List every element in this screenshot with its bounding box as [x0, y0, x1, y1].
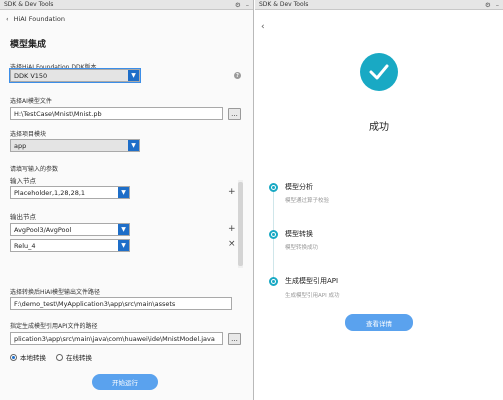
api-path-label: 指定生成模型引用API文件的路径 — [10, 323, 98, 330]
input-node-select[interactable]: Placeholder,1,28,28,1 ▼ — [10, 186, 130, 199]
ai-model-label: 选择AI模型文件 — [10, 98, 52, 105]
step-status-icon — [269, 230, 278, 239]
step-desc: 模型通过算子校验 — [285, 198, 330, 204]
conversion-mode: 本地转换 在线转换 — [10, 352, 92, 362]
right-pane: SDK & Dev Tools ⚙ – ‹ 成功 模型分析 模型通过算子校验 模… — [255, 0, 503, 400]
right-window-title: SDK & Dev Tools — [259, 1, 309, 8]
radio-local-label: 本地转换 — [20, 354, 46, 362]
chevron-down-icon: ▼ — [118, 187, 129, 198]
radio-local-convert[interactable]: 本地转换 — [10, 352, 46, 362]
view-details-button[interactable]: 查看详情 — [345, 314, 413, 331]
step-title: 模型分析 — [285, 183, 313, 191]
chevron-down-icon: ▼ — [128, 70, 139, 81]
remove-output-node-icon[interactable]: × — [228, 240, 236, 249]
step-title: 生成模型引用API — [285, 277, 339, 285]
ai-model-input[interactable]: H:\TestCase\Mnist\Mnist.pb — [10, 107, 223, 120]
breadcrumb-label: HiAI Foundation — [13, 15, 66, 23]
success-title: 成功 — [369, 122, 389, 133]
output-node-value: AvgPool3/AvgPool — [14, 225, 72, 234]
radio-dot — [56, 353, 63, 361]
minimize-icon[interactable]: – — [246, 1, 249, 9]
back-icon[interactable]: ‹ — [261, 22, 265, 32]
output-node-select-2[interactable]: Relu_4 ▼ — [10, 239, 130, 252]
browse-model-button[interactable]: ... — [228, 108, 241, 120]
browse-api-path-button[interactable]: ... — [228, 333, 241, 345]
params-scrollbar[interactable] — [238, 182, 243, 266]
project-module-value: app — [14, 141, 27, 150]
right-titlebar: SDK & Dev Tools ⚙ – — [255, 0, 503, 10]
right-titlebar-icons: ⚙ – — [485, 1, 499, 9]
radio-online-convert[interactable]: 在线转换 — [56, 352, 92, 362]
app-root: SDK & Dev Tools ⚙ – ‹ HiAI Foundation 模型… — [0, 0, 503, 400]
left-pane: SDK & Dev Tools ⚙ – ‹ HiAI Foundation 模型… — [0, 0, 254, 400]
radio-dot — [10, 353, 17, 361]
minimize-icon[interactable]: – — [496, 1, 499, 9]
step-status-icon — [269, 277, 278, 286]
ddk-select-value: DDK V150 — [14, 71, 48, 80]
breadcrumb[interactable]: ‹ HiAI Foundation — [6, 15, 65, 23]
convert-path-label: 选择转换后HiAI模型输出文件路径 — [10, 289, 101, 296]
project-module-label: 选择项目模块 — [10, 131, 47, 138]
step-status-icon — [269, 183, 278, 192]
chevron-down-icon: ▼ — [128, 140, 139, 151]
chevron-down-icon: ▼ — [118, 224, 129, 235]
settings-icon[interactable]: ⚙ — [485, 1, 491, 9]
add-output-node-icon[interactable]: + — [228, 225, 236, 234]
api-path-input[interactable]: plication3\app\src\main\java\com\huawei\… — [10, 332, 223, 345]
left-titlebar-icons: ⚙ – — [235, 1, 249, 9]
add-input-node-icon[interactable]: + — [228, 188, 236, 197]
output-node-select-1[interactable]: AvgPool3/AvgPool ▼ — [10, 223, 130, 236]
project-module-select[interactable]: app ▼ — [10, 139, 140, 152]
back-icon[interactable]: ‹ — [6, 15, 9, 23]
step-title: 模型转换 — [285, 230, 313, 238]
checkmark-icon — [369, 64, 389, 80]
page-title: 模型集成 — [10, 40, 47, 50]
start-run-button[interactable]: 开始运行 — [92, 374, 158, 390]
success-check-icon — [360, 53, 398, 91]
output-node-label: 输出节点 — [10, 213, 36, 221]
chevron-down-icon: ▼ — [118, 240, 129, 251]
settings-icon[interactable]: ⚙ — [235, 1, 241, 9]
radio-online-label: 在线转换 — [66, 354, 92, 362]
input-node-label: 输入节点 — [10, 177, 36, 185]
convert-path-input[interactable]: F:\demo_test\MyApplication3\app\src\main… — [10, 297, 232, 310]
help-icon[interactable]: ? — [234, 72, 241, 79]
step-desc: 模型转换成功 — [285, 245, 319, 251]
ddk-select[interactable]: DDK V150 ▼ — [9, 68, 141, 83]
step-desc: 生成模型引用API 成功 — [285, 293, 340, 299]
left-titlebar: SDK & Dev Tools ⚙ – — [0, 0, 253, 10]
left-window-title: SDK & Dev Tools — [4, 1, 54, 8]
output-node-value: Relu_4 — [14, 241, 36, 250]
params-label: 请填写输入的参数 — [10, 166, 59, 173]
input-node-value: Placeholder,1,28,28,1 — [14, 188, 86, 197]
